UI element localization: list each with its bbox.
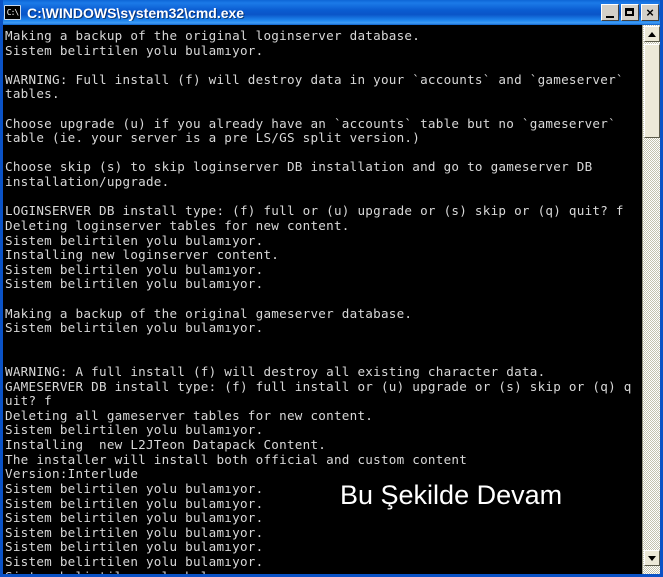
console-line: Deleting loginserver tables for new cont… bbox=[5, 217, 350, 233]
annotation-overlay: Bu Şekilde Devam Ediyor ve SOnunda Bir t… bbox=[340, 413, 579, 574]
minimize-button[interactable] bbox=[601, 4, 619, 21]
console-line: Sistem belirtilen yolu bulamıyor. bbox=[5, 42, 264, 58]
close-button[interactable]: × bbox=[641, 4, 659, 21]
window-controls: × bbox=[601, 4, 659, 21]
close-icon: × bbox=[646, 5, 654, 20]
console-line: uit? f bbox=[5, 393, 52, 409]
scroll-down-arrow-icon bbox=[648, 556, 656, 561]
console-line: Making a backup of the original loginser… bbox=[5, 28, 421, 43]
console-line: installation/upgrade. bbox=[5, 174, 170, 190]
window-titlebar[interactable]: C:\ C:\WINDOWS\system32\cmd.exe × bbox=[3, 0, 660, 25]
console-line: Sistem belirtilen yolu bulamıyor. bbox=[5, 320, 264, 336]
console-line: Sistem belirtilen yolu bulamıyor. bbox=[5, 232, 264, 248]
console-line: Choose upgrade (u) if you already have a… bbox=[5, 115, 616, 131]
console-line: tables. bbox=[5, 86, 60, 102]
console-line: Sistem belirtilen yolu bulamıyor. bbox=[5, 261, 264, 277]
console-line: Making a backup of the original gameserv… bbox=[5, 305, 413, 321]
vertical-scrollbar[interactable] bbox=[642, 25, 660, 574]
console-line: Choose skip (s) to skip loginserver DB i… bbox=[5, 159, 593, 175]
console-line: Installing new loginserver content. bbox=[5, 247, 280, 263]
scroll-up-button[interactable] bbox=[644, 26, 660, 42]
scroll-up-arrow-icon bbox=[648, 32, 656, 37]
console-line: Sistem belirtilen yolu bulamıyor. bbox=[5, 276, 264, 292]
console-line: WARNING: Full install (f) will destroy d… bbox=[5, 71, 624, 87]
console-line: table (ie. your server is a pre LS/GS sp… bbox=[5, 130, 421, 146]
scroll-down-button[interactable] bbox=[644, 550, 660, 566]
console-line: WARNING: A full install (f) will destroy… bbox=[5, 364, 546, 380]
console-line: GAMESERVER DB install type: (f) full ins… bbox=[5, 378, 632, 394]
cmd-prompt-icon: C:\ bbox=[4, 5, 21, 20]
annotation-line-1: Bu Şekilde Devam bbox=[340, 480, 563, 510]
window-title: C:\WINDOWS\system32\cmd.exe bbox=[27, 4, 245, 21]
cmd-window: C:\ C:\WINDOWS\system32\cmd.exe × Making… bbox=[0, 0, 663, 577]
console-line: LOGINSERVER DB install type: (f) full or… bbox=[5, 203, 624, 219]
maximize-button[interactable] bbox=[621, 4, 639, 21]
minimize-icon bbox=[606, 16, 614, 18]
scrollbar-thumb[interactable] bbox=[644, 44, 660, 138]
maximize-icon bbox=[625, 8, 634, 16]
